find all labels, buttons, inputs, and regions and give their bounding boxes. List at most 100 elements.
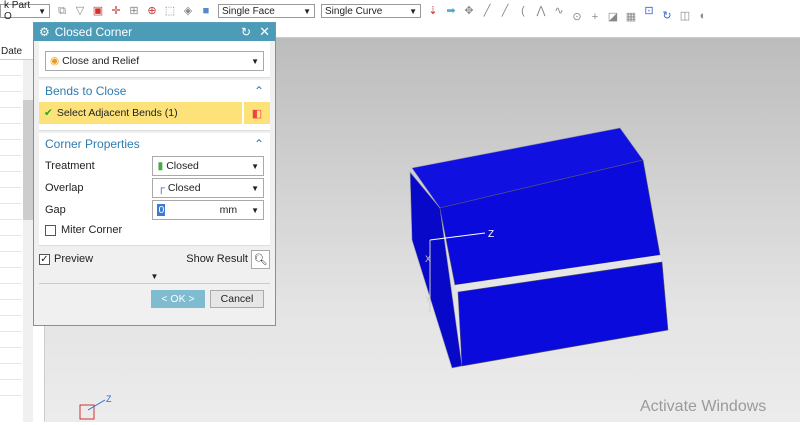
treatment-label: Treatment bbox=[45, 160, 95, 172]
closed-corner-dialog: ⚙ Closed Corner ↻ ✕ ◉ Close and Relief ▼ … bbox=[33, 22, 276, 326]
cube-icon[interactable]: ■ bbox=[200, 5, 212, 17]
nav-row[interactable] bbox=[0, 76, 22, 92]
nav-row[interactable] bbox=[0, 220, 22, 236]
selection-filter-value: k Part O bbox=[4, 0, 31, 22]
corner-title: Corner Properties bbox=[45, 137, 140, 151]
nav-row[interactable] bbox=[0, 380, 22, 396]
nav-row[interactable] bbox=[0, 332, 22, 348]
filter-icon[interactable]: ⧉ bbox=[56, 5, 68, 17]
rotate-icon[interactable]: ↻ bbox=[661, 10, 673, 22]
miter-corner-label: Miter Corner bbox=[61, 224, 123, 236]
nav-row[interactable] bbox=[0, 348, 22, 364]
nav-row[interactable] bbox=[0, 156, 22, 172]
preview-label: Preview bbox=[54, 253, 94, 265]
magnifier-icon: 🔍︎ bbox=[253, 253, 268, 266]
collapse-icon[interactable]: ⌃ bbox=[254, 137, 264, 151]
gap-value[interactable]: 0 bbox=[157, 204, 166, 216]
nav-row[interactable] bbox=[0, 284, 22, 300]
nav-row[interactable] bbox=[0, 172, 22, 188]
select-bends-row[interactable]: ✔ Select Adjacent Bends (1) ◧ bbox=[39, 102, 270, 130]
axis-x-label: X bbox=[425, 254, 431, 264]
preview-row: ✓ Preview Show Result 🔍︎ bbox=[34, 246, 275, 272]
nav-row[interactable] bbox=[0, 364, 22, 380]
nav-row[interactable] bbox=[0, 204, 22, 220]
treatment-value: Closed bbox=[166, 160, 199, 172]
move-icon[interactable]: ✥ bbox=[463, 5, 475, 17]
bend-select-icon[interactable]: ◧ bbox=[244, 102, 270, 124]
top-toolbar: k Part O ▼ ⧉ ▽ ▣ ✛ ⊞ ⊕ ⬚ ◈ ■ Single Face ▼… bbox=[0, 0, 800, 23]
overlap-label: Overlap bbox=[45, 182, 84, 194]
select-bends-field[interactable]: ✔ Select Adjacent Bends (1) bbox=[39, 102, 242, 124]
face-rule-value: Single Face bbox=[222, 5, 275, 17]
nav-row[interactable] bbox=[0, 188, 22, 204]
type-value: Close and Relief bbox=[62, 55, 140, 67]
funnel-icon[interactable]: ▽ bbox=[74, 5, 86, 17]
corner-header[interactable]: Corner Properties ⌃ bbox=[39, 133, 270, 155]
nav-row[interactable] bbox=[0, 236, 22, 252]
spline-icon[interactable]: ∿ bbox=[553, 5, 565, 17]
closed-treatment-icon: ▮ bbox=[157, 160, 164, 172]
show-result-label: Show Result bbox=[186, 253, 248, 265]
line-icon[interactable]: ╱ bbox=[481, 5, 493, 17]
navigator-scrollbar[interactable] bbox=[23, 60, 33, 422]
zoom-fit-icon[interactable]: ⊡ bbox=[643, 5, 655, 17]
nav-row[interactable] bbox=[0, 268, 22, 284]
type-section: ◉ Close and Relief ▼ bbox=[39, 41, 270, 78]
snap-center-icon[interactable]: ⊕ bbox=[146, 5, 158, 17]
nav-row[interactable] bbox=[0, 316, 22, 332]
nav-row[interactable] bbox=[0, 300, 22, 316]
overlap-select[interactable]: ┌ Closed ▼ bbox=[152, 178, 264, 198]
gap-input[interactable]: 0 mm ▼ bbox=[152, 200, 264, 220]
point-icon[interactable]: ⇣ bbox=[427, 5, 439, 17]
dialog-title: Closed Corner bbox=[54, 25, 133, 39]
box-select-icon[interactable]: ⬚ bbox=[164, 5, 176, 17]
nav-row[interactable] bbox=[0, 92, 22, 108]
face-rule-select[interactable]: Single Face ▼ bbox=[218, 4, 315, 18]
nav-row[interactable] bbox=[0, 252, 22, 268]
bends-header[interactable]: Bends to Close ⌃ bbox=[39, 80, 270, 102]
dialog-titlebar[interactable]: ⚙ Closed Corner ↻ ✕ bbox=[34, 23, 275, 41]
arrow-icon[interactable]: ➡ bbox=[445, 5, 457, 17]
gear-icon: ⚙ bbox=[39, 25, 50, 39]
snap-icon[interactable]: ⊞ bbox=[128, 5, 140, 17]
collapse-icon[interactable]: ⌃ bbox=[254, 84, 264, 98]
close-relief-icon: ◉ bbox=[50, 55, 60, 67]
line2-icon[interactable]: ╱ bbox=[499, 5, 511, 17]
selection-filter-select[interactable]: k Part O ▼ bbox=[0, 0, 50, 22]
show-result-button[interactable]: 🔍︎ bbox=[251, 249, 270, 269]
check-icon: ✔ bbox=[44, 107, 53, 119]
scrollbar-thumb[interactable] bbox=[23, 100, 33, 220]
nav-row[interactable] bbox=[0, 140, 22, 156]
corner-properties-section: Corner Properties ⌃ Treatment ▮ Closed ▼ Ov… bbox=[39, 133, 270, 246]
miter-corner-checkbox[interactable] bbox=[45, 224, 56, 236]
close-icon[interactable]: ✕ bbox=[259, 24, 270, 40]
axis-y-label: Y bbox=[425, 294, 431, 304]
type-select[interactable]: ◉ Close and Relief ▼ bbox=[45, 51, 264, 71]
bends-section: Bends to Close ⌃ ✔ Select Adjacent Bends (… bbox=[39, 80, 270, 131]
snap-point-icon[interactable]: ✛ bbox=[110, 5, 122, 17]
nav-row[interactable] bbox=[0, 124, 22, 140]
arc-icon[interactable]: ( bbox=[517, 5, 529, 17]
curve-rule-select[interactable]: Single Curve ▼ bbox=[321, 4, 421, 18]
reset-icon[interactable]: ↻ bbox=[241, 25, 251, 39]
nav-row[interactable] bbox=[0, 60, 22, 76]
views-icon[interactable]: ◫ bbox=[679, 10, 691, 22]
activate-windows-watermark: Activate Windows bbox=[640, 398, 767, 415]
ok-button[interactable]: < OK > bbox=[151, 290, 205, 308]
select-bends-label: Select Adjacent Bends (1) bbox=[56, 107, 178, 119]
preview-checkbox[interactable]: ✓ bbox=[39, 253, 50, 265]
nav-row[interactable] bbox=[0, 108, 22, 124]
cancel-button[interactable]: Cancel bbox=[210, 290, 264, 308]
bends-title: Bends to Close bbox=[45, 84, 127, 98]
axis-z-label: Z bbox=[488, 229, 494, 240]
curve-rule-value: Single Curve bbox=[325, 5, 383, 17]
eraser-icon[interactable]: ◈ bbox=[182, 5, 194, 17]
render-icon[interactable]: ◐ bbox=[697, 10, 709, 22]
polyline-icon[interactable]: ⋀ bbox=[535, 5, 547, 17]
gap-unit: mm bbox=[219, 204, 238, 216]
overlap-value: Closed bbox=[167, 182, 201, 194]
treatment-select[interactable]: ▮ Closed ▼ bbox=[152, 156, 264, 176]
overlap-icon: ┌ bbox=[157, 182, 165, 194]
select-icon[interactable]: ▣ bbox=[92, 5, 104, 17]
expand-more-icon[interactable]: ▼ bbox=[39, 272, 270, 284]
